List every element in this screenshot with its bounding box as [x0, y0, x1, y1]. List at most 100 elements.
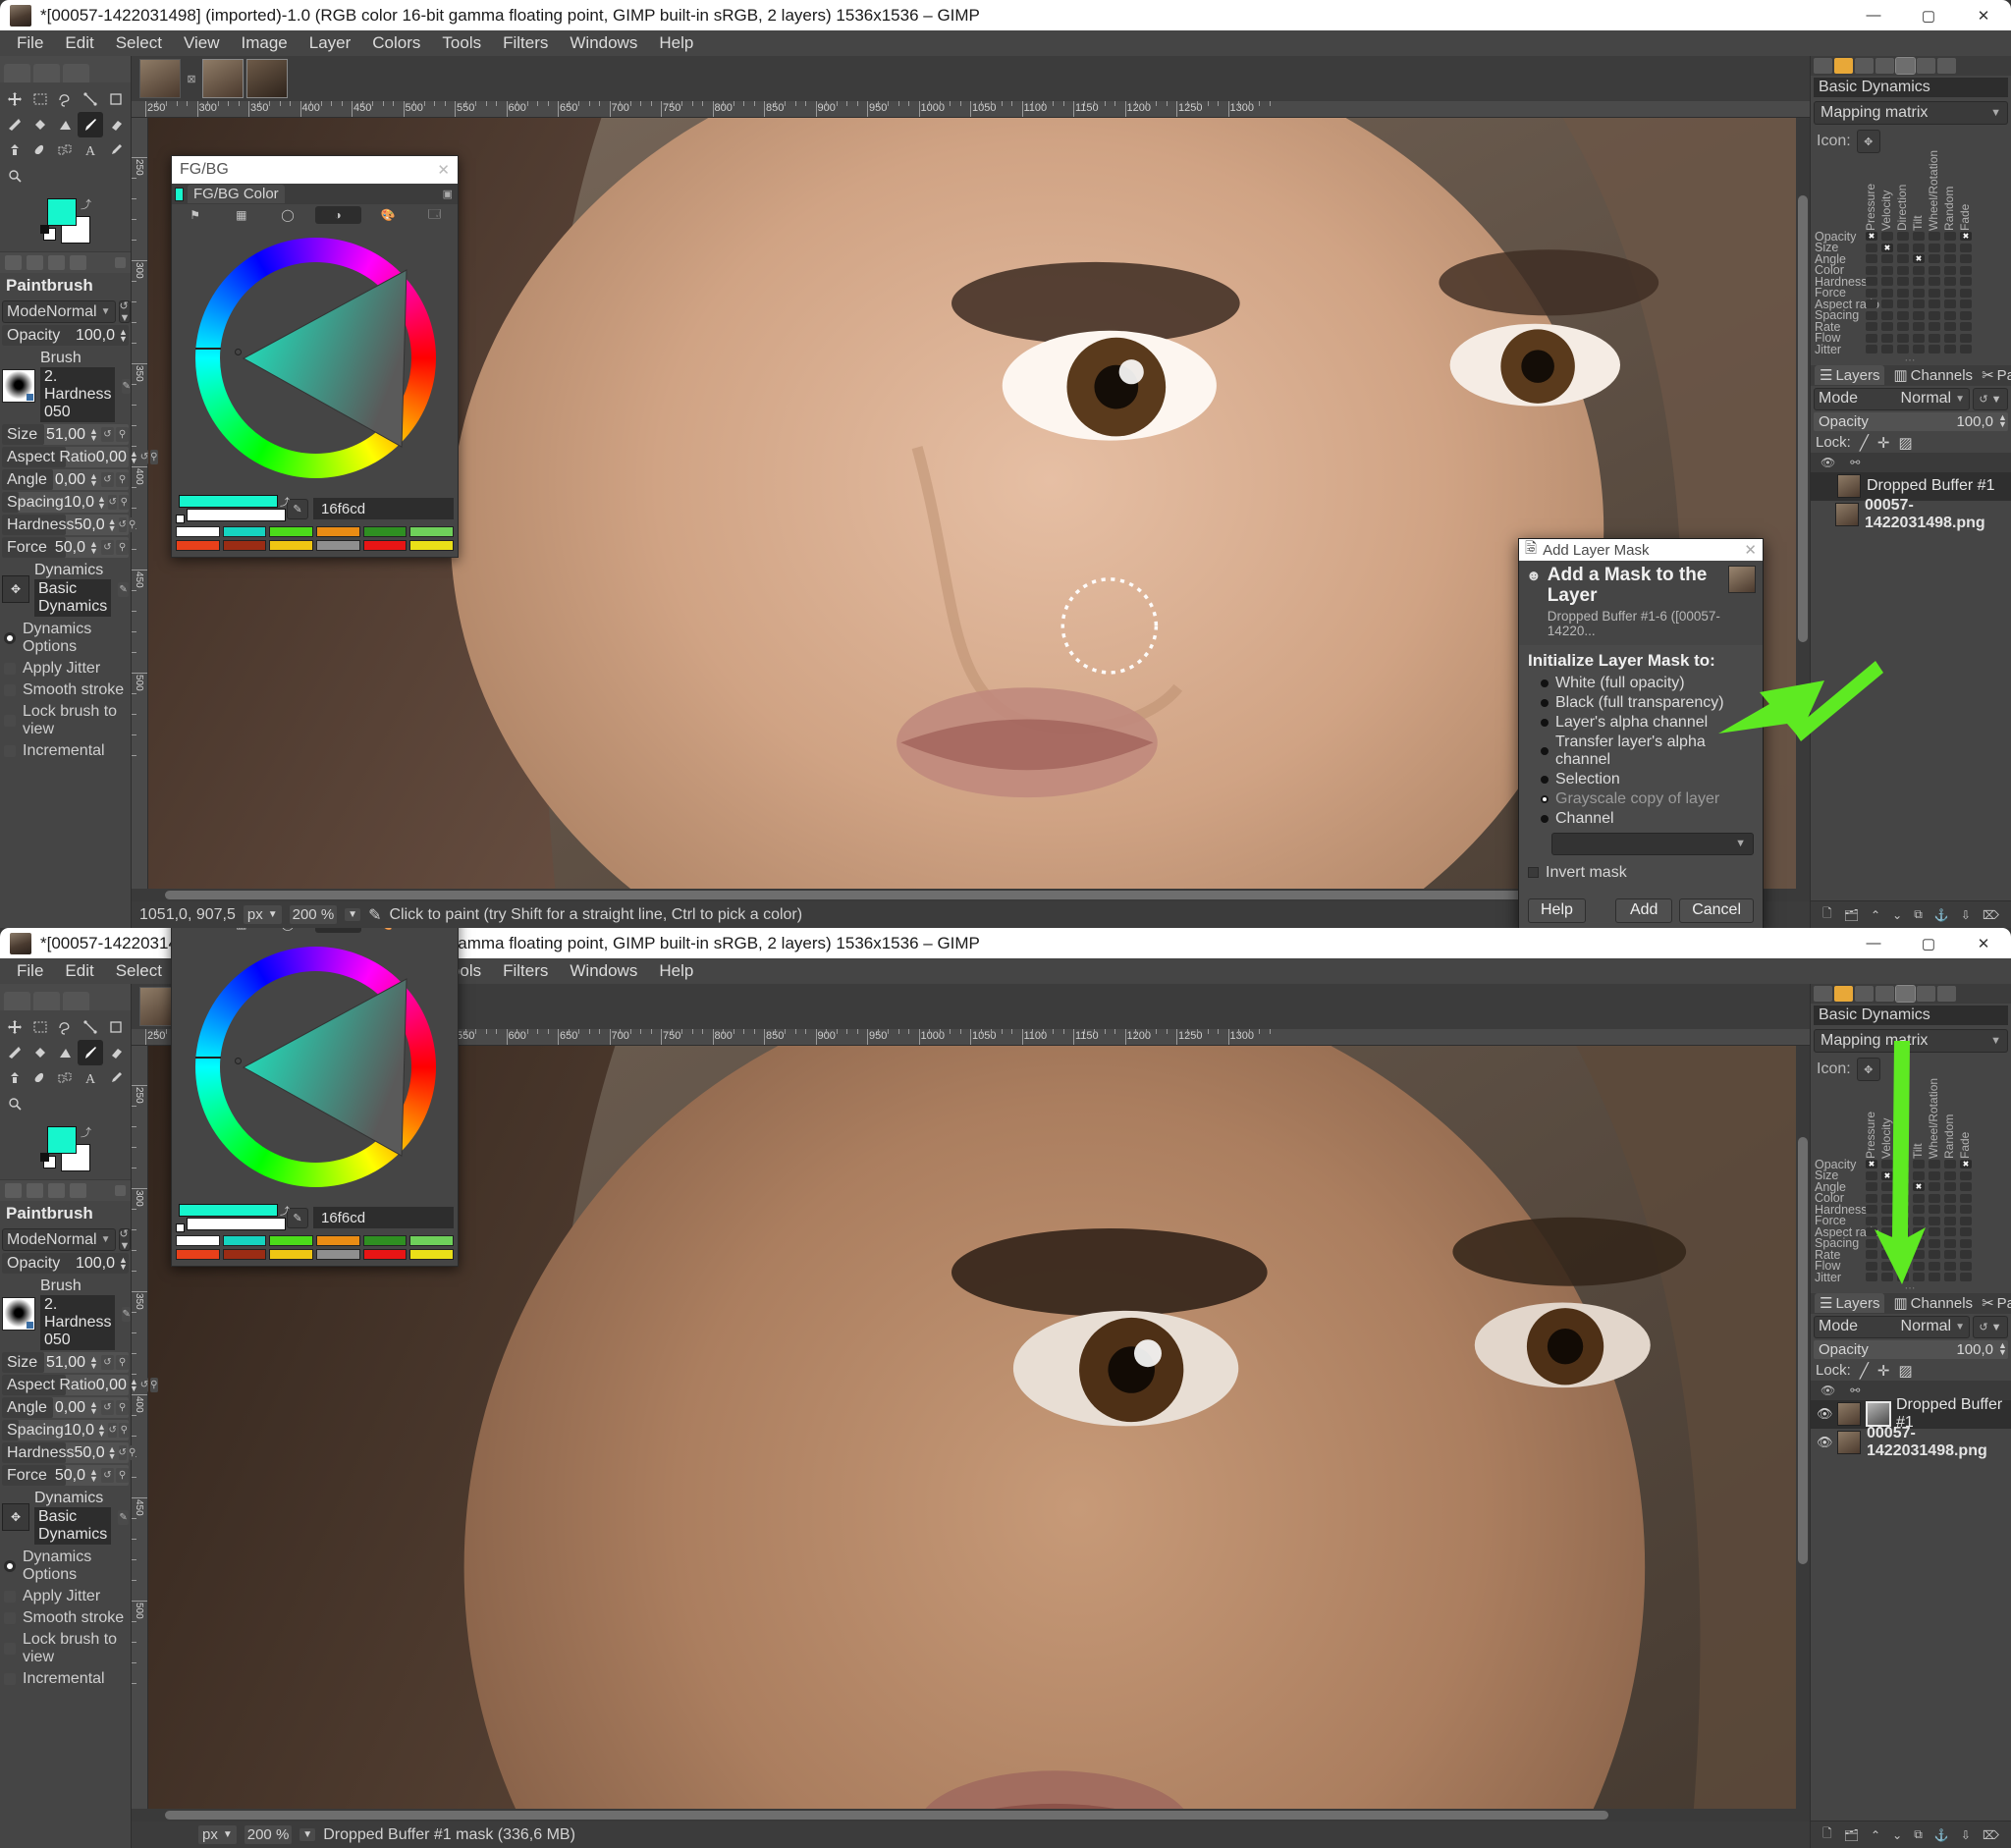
matrix-cell-checkbox[interactable]: [1960, 1261, 1972, 1271]
rect-select-tool-icon[interactable]: [27, 86, 53, 112]
matrix-cell-checkbox[interactable]: [1881, 1205, 1893, 1215]
layer-mask-thumbnail[interactable]: [1866, 1401, 1891, 1427]
palette-swatch[interactable]: [176, 1235, 220, 1246]
force-stepper[interactable]: ▲ ▼: [88, 539, 99, 555]
fg-bg-swatch-pair[interactable]: ⤴: [176, 495, 290, 523]
vertical-ruler[interactable]: 250 300 350 400 450 500: [132, 118, 148, 889]
reset-colors-icon[interactable]: [176, 515, 185, 523]
spacing-reset-icon[interactable]: ↺: [107, 1423, 118, 1438]
bucket-fill-tool-icon[interactable]: [27, 1040, 53, 1065]
matrix-cell-checkbox[interactable]: [1944, 1160, 1956, 1169]
matrix-cell-checkbox[interactable]: [1944, 288, 1956, 298]
fonts-tab-icon[interactable]: [1855, 58, 1874, 74]
tab-paths[interactable]: ✂Paths: [1982, 366, 2011, 385]
gradient-tool-icon[interactable]: [53, 112, 79, 137]
slider-size[interactable]: Size 51,00 ▲ ▼ ↺ ⚲: [2, 424, 129, 445]
matrix-cell-checkbox[interactable]: [1960, 288, 1972, 298]
swap-colors-icon[interactable]: ⤴: [81, 196, 91, 212]
matrix-cell-checkbox[interactable]: ✖: [1913, 1182, 1925, 1192]
zoom-select-top[interactable]: ▼: [345, 908, 361, 921]
slider-angle[interactable]: Angle 0,00 ▲ ▼ ↺ ⚲: [2, 469, 129, 490]
foreground-color-swatch[interactable]: [47, 1126, 77, 1154]
matrix-cell-checkbox[interactable]: [1897, 1216, 1909, 1225]
force-reset-icon[interactable]: ↺: [101, 540, 114, 555]
matrix-cell-checkbox[interactable]: [1866, 333, 1877, 343]
dynamics-icon-button[interactable]: ✥: [1856, 1058, 1880, 1081]
matrix-cell-checkbox[interactable]: [1929, 254, 1940, 264]
slider-aspect-ratio[interactable]: Aspect Ratio 0,00 ▲ ▼ ↺ ⚲: [2, 1375, 158, 1395]
dynamics-thumbnail[interactable]: ✥: [2, 575, 29, 603]
matrix-cell-checkbox[interactable]: [1866, 1250, 1877, 1260]
matrix-cell-checkbox[interactable]: [1897, 1160, 1909, 1169]
layer-visibility-icon[interactable]: 👁: [1817, 1406, 1833, 1422]
layer-mode-select[interactable]: Mode Normal ▼: [1814, 387, 1970, 410]
matrix-cell-checkbox[interactable]: [1913, 232, 1925, 242]
brush-edit-icon[interactable]: ✎: [122, 378, 131, 394]
slider-spacing[interactable]: Spacing 10,0 ▲ ▼ ↺ ⚲: [2, 1420, 129, 1440]
matrix-cell-checkbox[interactable]: [1913, 1238, 1925, 1248]
menu-filters[interactable]: Filters: [492, 959, 559, 983]
matrix-cell-checkbox[interactable]: [1897, 333, 1909, 343]
angle-reset-icon[interactable]: ↺: [101, 1400, 114, 1415]
matrix-cell-checkbox[interactable]: [1913, 345, 1925, 354]
color-wheel-area[interactable]: [172, 226, 458, 491]
palette-swatch[interactable]: [316, 540, 360, 551]
matrix-cell-checkbox[interactable]: [1881, 1250, 1893, 1260]
fg-bg-color-area[interactable]: ⤴: [0, 192, 131, 251]
matrix-cell-checkbox[interactable]: [1944, 1216, 1956, 1225]
fgbg-mode-icons[interactable]: ⚑ ▦ ◯ ◑ 🎨 🗔: [172, 204, 458, 226]
smudge-tool-icon[interactable]: [27, 1065, 53, 1091]
palette-swatch[interactable]: [362, 526, 408, 537]
invert-mask-checkbox[interactable]: Invert mask: [1528, 855, 1754, 882]
color-screen-icon[interactable]: 🗔: [411, 928, 458, 933]
matrix-cell-checkbox[interactable]: [1929, 1205, 1940, 1215]
matrix-cell-checkbox[interactable]: [1866, 1261, 1877, 1271]
toolbox-tab-3[interactable]: [63, 64, 89, 82]
angle-stepper[interactable]: ▲ ▼: [88, 1399, 99, 1415]
close-button[interactable]: ✕: [1956, 0, 2011, 30]
help-button[interactable]: Help: [1528, 897, 1586, 923]
spacing-dynamics-icon[interactable]: ⚲: [119, 495, 129, 510]
eraser-tool-icon[interactable]: [103, 112, 129, 137]
layer-mode-reset-button[interactable]: ↺ ▼: [1973, 387, 2008, 410]
fgbg-dialog-top[interactable]: FG/BG ✕ FG/BG Color ▣ ⚑ ▦ ◯ ◑ 🎨 🗔 ⤴ ✎ 16…: [171, 155, 459, 558]
minimize-button[interactable]: —: [1846, 928, 1901, 958]
layers-toolbar-top[interactable]: 🗋 🗂 ⌃ ⌄ ⧉ ⚓ ⇩ ⌦: [1811, 900, 2011, 928]
palette-swatch[interactable]: [409, 1235, 454, 1246]
hardness-dynamics-icon[interactable]: ⚲: [128, 517, 136, 532]
matrix-cell-checkbox[interactable]: [1960, 243, 1972, 252]
force-dynamics-icon[interactable]: ⚲: [116, 540, 129, 555]
matrix-cell-checkbox[interactable]: [1929, 1160, 1940, 1169]
close-button[interactable]: ✕: [1956, 928, 2011, 958]
matrix-cell-checkbox[interactable]: [1881, 1261, 1893, 1271]
close-icon[interactable]: ✕: [1744, 541, 1757, 559]
fgbg-color-tab[interactable]: FG/BG Color: [188, 185, 285, 203]
matrix-cell-checkbox[interactable]: [1897, 1193, 1909, 1203]
lock-pixels-icon[interactable]: ╱: [1860, 1362, 1869, 1380]
channel-select[interactable]: ▼: [1551, 832, 1754, 855]
add-button[interactable]: Add: [1615, 897, 1673, 923]
toolbox-tab-1[interactable]: [4, 64, 30, 82]
matrix-cell-checkbox[interactable]: [1866, 277, 1877, 287]
matrix-cell-checkbox[interactable]: [1944, 232, 1956, 242]
matrix-cell-checkbox[interactable]: [1944, 1193, 1956, 1203]
menu-filters[interactable]: Filters: [492, 31, 559, 55]
matrix-cell-checkbox[interactable]: [1897, 288, 1909, 298]
matrix-cell-checkbox[interactable]: [1866, 265, 1877, 275]
matrix-cell-checkbox[interactable]: [1897, 1250, 1909, 1260]
matrix-cell-checkbox[interactable]: [1913, 1193, 1925, 1203]
matrix-cell-checkbox[interactable]: [1913, 243, 1925, 252]
matrix-cell-checkbox[interactable]: [1944, 1250, 1956, 1260]
palette-swatch[interactable]: [362, 540, 408, 551]
gradient-tool-icon[interactable]: [53, 1040, 79, 1065]
dynamics-edit-icon[interactable]: ✎: [118, 1509, 129, 1525]
dialog-fg-swatch[interactable]: [179, 1204, 278, 1217]
dock-menu-icon[interactable]: [115, 257, 126, 268]
text-tool-icon[interactable]: A: [78, 137, 103, 163]
hex-value[interactable]: 16f6cd: [313, 498, 454, 519]
patterns-tab-icon[interactable]: [1834, 58, 1853, 74]
color-sliders-icon[interactable]: ▦: [218, 928, 264, 933]
checkbox-incremental[interactable]: Incremental: [0, 1668, 131, 1690]
dynamics-preset-name[interactable]: Basic Dynamics: [1814, 1006, 2008, 1025]
tab-layers[interactable]: ☰ Layers: [1815, 365, 1885, 385]
